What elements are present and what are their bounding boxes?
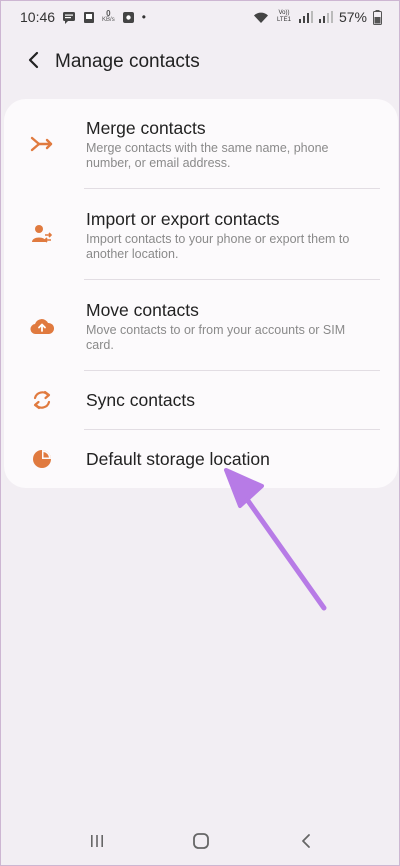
merge-contacts-title: Merge contacts: [86, 118, 206, 138]
sync-contacts-item[interactable]: Sync contacts: [4, 371, 398, 429]
move-contacts-subtitle: Move contacts to or from your accounts o…: [86, 323, 346, 352]
signal-icon: [298, 11, 313, 23]
merge-contacts-item[interactable]: Merge contacts Merge contacts with the s…: [4, 99, 398, 188]
default-storage-item[interactable]: Default storage location: [4, 430, 398, 488]
sync-contacts-title: Sync contacts: [86, 390, 195, 410]
signal-icon-2: [318, 11, 333, 23]
back-arrow-icon: [26, 51, 40, 74]
import-export-title: Import or export contacts: [86, 209, 280, 229]
import-export-icon: [28, 220, 56, 248]
image-icon: [83, 11, 95, 24]
merge-icon: [28, 130, 56, 158]
back-icon: [299, 833, 313, 854]
page-title: Manage contacts: [55, 51, 200, 72]
clock: 10:46: [20, 9, 56, 25]
recents-button[interactable]: [82, 828, 112, 858]
move-contacts-title: Move contacts: [86, 300, 199, 320]
nav-back-button[interactable]: [291, 828, 321, 858]
recents-icon: [89, 833, 105, 854]
back-button[interactable]: [20, 49, 46, 75]
options-card: Merge contacts Merge contacts with the s…: [4, 99, 398, 488]
battery-percent: 57%: [338, 9, 367, 25]
import-export-subtitle: Import contacts to your phone or export …: [86, 232, 350, 261]
storage-pie-icon: [28, 445, 56, 473]
notification-icon: [122, 11, 135, 24]
merge-contacts-subtitle: Merge contacts with the same name, phone…: [86, 141, 329, 170]
message-icon: [62, 11, 76, 24]
network-speed: 0 KB/s: [102, 9, 115, 24]
battery-icon: [373, 9, 382, 25]
navigation-bar: [0, 818, 400, 866]
cloud-upload-icon: [28, 312, 56, 340]
volte-icon: Vo)) LTE1: [277, 10, 291, 23]
home-button[interactable]: [186, 828, 216, 858]
sync-icon: [28, 386, 56, 414]
app-header: Manage contacts: [0, 40, 400, 84]
status-bar: 10:46 0 KB/s • Vo)) LTE1 57%: [0, 0, 400, 34]
default-storage-title: Default storage location: [86, 449, 270, 469]
wifi-icon: [253, 11, 269, 24]
import-export-item[interactable]: Import or export contacts Import contact…: [4, 189, 398, 279]
notification-dot: •: [141, 10, 146, 24]
home-icon: [192, 832, 210, 855]
move-contacts-item[interactable]: Move contacts Move contacts to or from y…: [4, 280, 398, 370]
